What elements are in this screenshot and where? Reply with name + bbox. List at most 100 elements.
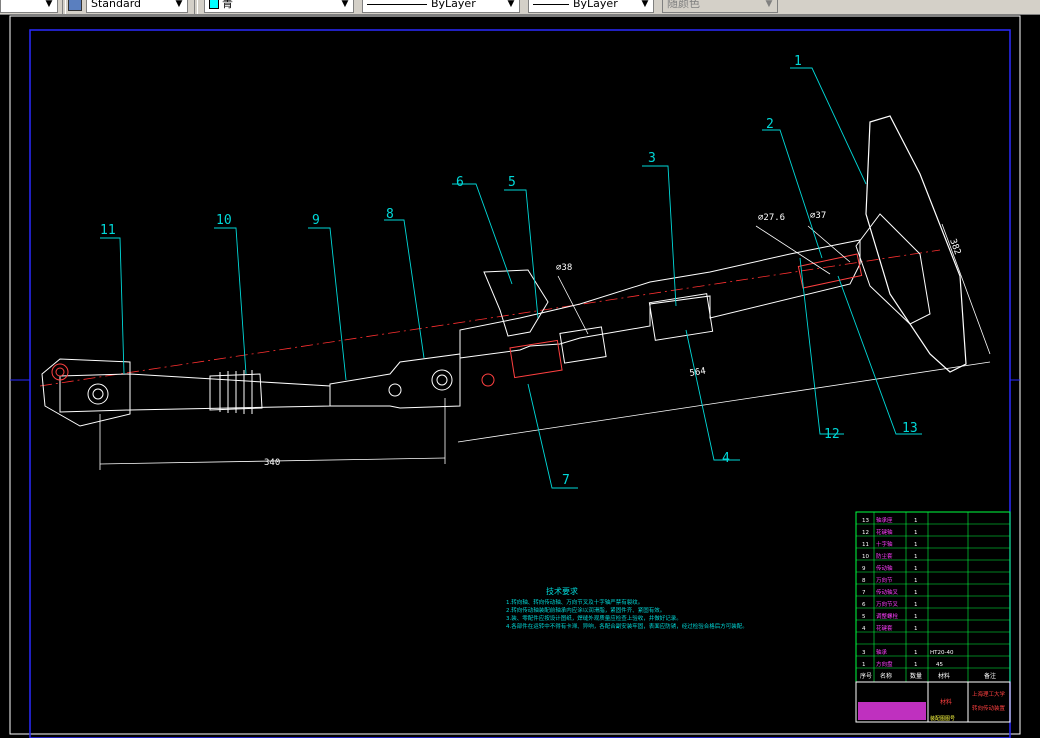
- bom-material: HT20-40: [930, 650, 954, 656]
- tech-notes-title: 技术要求: [546, 586, 578, 596]
- bom-qty: 1: [914, 650, 918, 656]
- center-line: [39, 249, 941, 387]
- plot-style-dropdown: 随颜色 ▼: [662, 0, 778, 13]
- chevron-down-icon: ▼: [175, 0, 183, 9]
- bom-part-name: 防尘套: [876, 552, 893, 560]
- dim-diameter-1: ⌀27.6: [758, 213, 785, 223]
- dim-main-length: 564: [689, 367, 707, 379]
- toolbar-separator: [62, 0, 66, 14]
- bom-part-name: 万向节叉: [876, 600, 899, 608]
- bom-rows: 13 轴承座 1 12 花键轴 1 11 十字轴 1 10 防尘套 1 9 传动…: [862, 516, 954, 668]
- bearing-housing: [559, 326, 607, 364]
- lineweight-dropdown[interactable]: ByLayer ▼: [528, 0, 654, 13]
- signature-block: [858, 702, 926, 720]
- plot-style-value: 随颜色: [667, 0, 700, 10]
- text-style-dropdown[interactable]: Standard ▼: [86, 0, 188, 13]
- callout-4: 4: [722, 451, 730, 466]
- title-material: 材料: [940, 698, 952, 706]
- dimension-lines: [99, 223, 991, 470]
- layer-dropdown[interactable]: ▼: [0, 0, 58, 13]
- bom-qty: 1: [914, 578, 918, 584]
- joint-circle: [55, 367, 65, 377]
- tech-note-line: 4.各部件在运转中不得有卡滞、异响，各配合副安装牢固，表面应防锈，经过检验合格后…: [506, 622, 748, 630]
- middle-joint: [329, 353, 461, 409]
- color-dropdown[interactable]: 青 ▼: [204, 0, 354, 13]
- callout-7: 7: [562, 473, 570, 488]
- bom-grid: [856, 512, 1010, 683]
- callout-11: 11: [100, 223, 116, 238]
- line-sample-icon: [367, 3, 427, 5]
- chevron-down-icon: ▼: [765, 0, 773, 9]
- drawing-canvas[interactable]: 340 564 382 ⌀27.6 ⌀37 ⌀38 1 2 3 4 5 6 7 …: [0, 14, 1040, 738]
- tech-note-line: 3.装、零配件应按设计图纸，焊缝外观质量应检查上验收，并做好记录。: [506, 614, 682, 622]
- spline-sleeve: [797, 253, 863, 289]
- text-style-value: Standard: [91, 0, 142, 10]
- cyan-swatch-icon: [209, 0, 219, 9]
- bom-part-name: 花键轴: [876, 528, 893, 536]
- bom-no: 11: [862, 542, 869, 548]
- callout-2: 2: [766, 117, 774, 132]
- universal-joint: [87, 383, 109, 405]
- tech-note-line: 1.转向轴、转向传动轴、万向节叉及十字轴严禁有裂纹。: [506, 598, 643, 606]
- bom-part-name: 传动轴叉: [876, 588, 899, 596]
- bom-part-name: 轴承: [876, 648, 888, 656]
- lower-shaft: [59, 373, 331, 413]
- wheel-hub: [855, 213, 931, 325]
- line-sample-icon: [533, 3, 569, 5]
- lineweight-value: ByLayer: [573, 0, 618, 10]
- text-style-icon[interactable]: [68, 0, 82, 11]
- linetype-dropdown[interactable]: ByLayer ▼: [362, 0, 520, 13]
- bom-header-qty: 数量: [910, 672, 922, 680]
- bom-no: 5: [862, 614, 866, 620]
- bom-no: 8: [862, 578, 866, 584]
- dim-wheel: 382: [947, 238, 962, 257]
- bom-no: 4: [862, 626, 866, 632]
- bearing: [648, 293, 714, 341]
- bom-no: 6: [862, 602, 866, 608]
- bom-part-name: 花键套: [876, 624, 893, 632]
- bom-part-name: 方向盘: [876, 660, 893, 668]
- title-footer: 装配图图号: [930, 715, 955, 722]
- universal-joint: [92, 388, 104, 400]
- callout-12: 12: [824, 427, 840, 442]
- callout-10: 10: [216, 213, 232, 228]
- yoke: [41, 358, 131, 427]
- bom-part-name: 调整螺栓: [876, 612, 899, 620]
- callout-13: 13: [902, 421, 918, 436]
- bom-part-name: 传动轴: [876, 564, 893, 572]
- bom-qty: 1: [914, 530, 918, 536]
- bom-header-no: 序号: [860, 672, 872, 680]
- title-block: 13 轴承座 1 12 花键轴 1 11 十字轴 1 10 防尘套 1 9 传动…: [855, 511, 1011, 723]
- dim-bottom-length: 340: [264, 458, 280, 468]
- title-school: 上海理工大学: [972, 690, 1006, 698]
- linetype-value: ByLayer: [431, 0, 476, 10]
- bom-qty: 1: [914, 518, 918, 524]
- bom-qty: 1: [914, 590, 918, 596]
- universal-joint: [436, 374, 448, 386]
- bom-material: 45: [936, 662, 943, 668]
- chevron-down-icon: ▼: [507, 0, 515, 9]
- bom-qty: 1: [914, 626, 918, 632]
- color-value: 青: [222, 0, 233, 10]
- steering-assembly: [39, 115, 967, 427]
- properties-toolbar: ▼ Standard ▼ 青 ▼ ByLayer ▼ ByLayer ▼ 随颜色 ▼: [0, 0, 1040, 15]
- bom-qty: 1: [914, 602, 918, 608]
- bom-header-name: 名称: [880, 672, 892, 680]
- upper-column: [459, 239, 861, 359]
- bom-no: 12: [862, 530, 869, 536]
- bom-qty: 1: [914, 662, 918, 668]
- bom-header-material: 材料: [938, 672, 950, 680]
- bom-no: 1: [862, 662, 866, 668]
- bom-no: 7: [862, 590, 866, 596]
- chevron-down-icon: ▼: [641, 0, 649, 9]
- toolbar-separator: [194, 0, 198, 14]
- bom-no: 9: [862, 566, 866, 572]
- bom-no: 10: [862, 554, 869, 560]
- bom-part-name: 万向节: [876, 576, 893, 584]
- chevron-down-icon: ▼: [341, 0, 349, 9]
- bom-no: 3: [862, 650, 866, 656]
- tech-notes: 技术要求 1.转向轴、转向传动轴、万向节叉及十字轴严禁有裂纹。 2.转向传动轴装…: [506, 586, 748, 630]
- bom-qty: 1: [914, 566, 918, 572]
- universal-joint: [431, 369, 453, 391]
- callout-1: 1: [794, 54, 802, 69]
